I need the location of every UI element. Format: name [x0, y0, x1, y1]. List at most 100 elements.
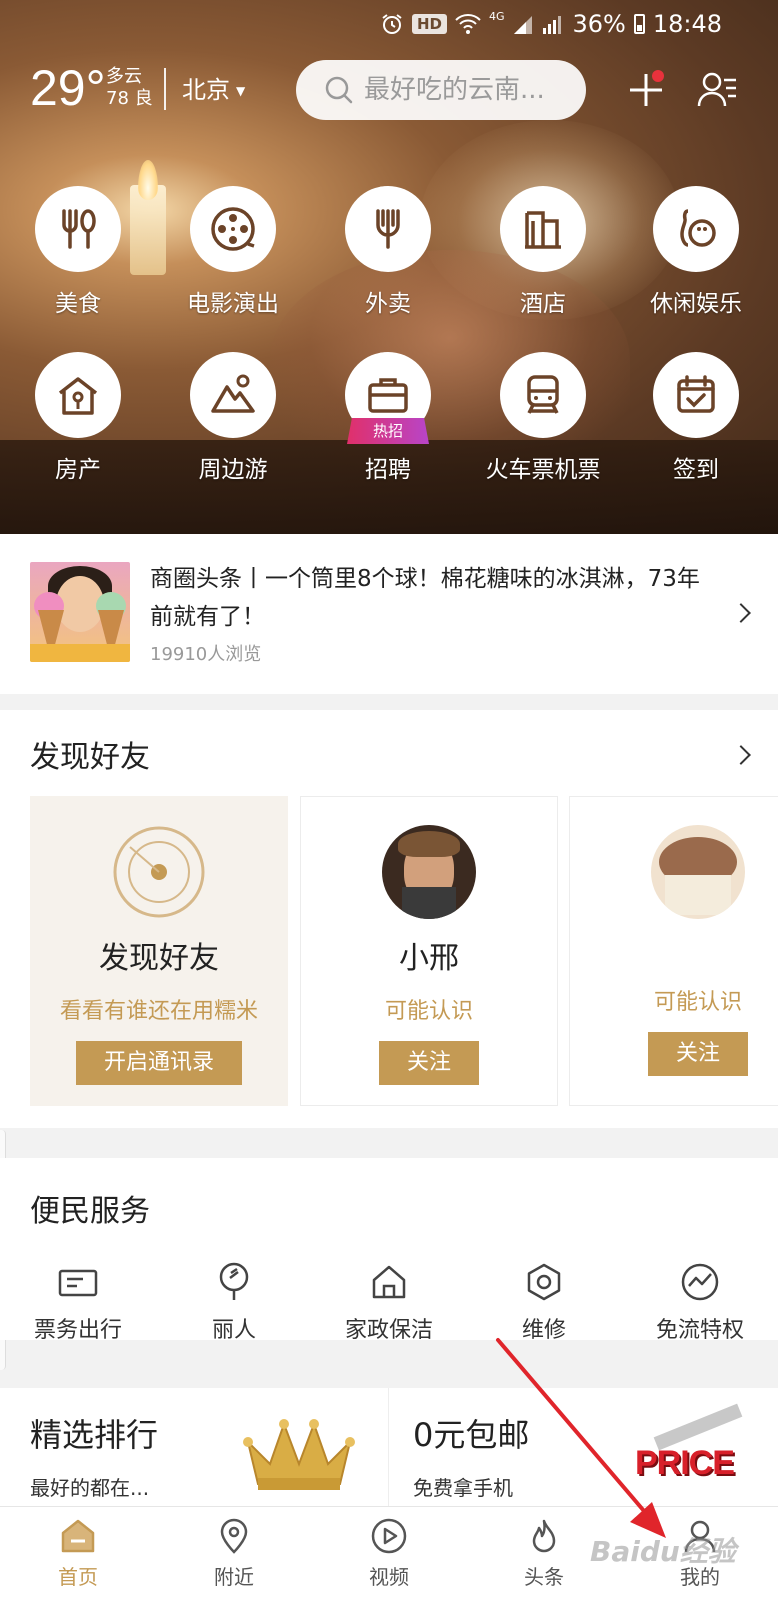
convenience-services-section: 便民服务 票务出行 丽人 家政保洁 维修 免流特权	[0, 1158, 778, 1343]
crown-icon	[243, 1419, 355, 1490]
open-contacts-button[interactable]: 开启通讯录	[75, 1041, 242, 1085]
promo-subtitle: 免费拿手机	[413, 1476, 513, 1500]
mirror-icon	[219, 1262, 249, 1300]
category-label: 酒店	[520, 291, 566, 317]
friend-card-discover[interactable]: 发现好友 看看有谁还在用糯米 开启通讯录	[30, 796, 288, 1106]
promo-section: 精选排行 最好的都在... 0元包邮 免费拿手机 PRICE	[0, 1388, 778, 1508]
news-title: 商圈头条丨一个筒里8个球！棉花糖味的冰淇淋，73年前就有了！	[150, 566, 700, 630]
flame-icon	[532, 1519, 556, 1553]
city-selector[interactable]: 北京 ▼	[182, 70, 245, 105]
service-beauty[interactable]: 丽人	[156, 1262, 312, 1344]
network-type: 4G	[488, 9, 505, 23]
section-title: 发现好友	[30, 740, 150, 775]
category-jobs[interactable]: 热招 招聘	[318, 352, 458, 484]
location-pin-icon	[220, 1518, 248, 1554]
category-nearby-travel[interactable]: 周边游	[163, 352, 303, 484]
service-label: 票务出行	[33, 1318, 122, 1343]
caret-down-icon: ▼	[236, 84, 246, 98]
category-label: 外卖	[365, 291, 411, 317]
air-quality: 78 良	[106, 88, 153, 109]
alarm-icon	[382, 14, 402, 34]
signal-icon-2	[543, 16, 562, 34]
category-label: 休闲娱乐	[650, 291, 742, 317]
service-housekeeping[interactable]: 家政保洁	[311, 1262, 467, 1344]
nav-label: 附近	[214, 1565, 254, 1589]
follow-button[interactable]: 关注	[647, 1032, 748, 1076]
film-reel-icon	[211, 207, 255, 251]
friend-card-subtitle: 可能认识	[384, 999, 473, 1024]
category-hotel[interactable]: 酒店	[473, 186, 613, 318]
search-input[interactable]	[364, 75, 564, 105]
home-icon	[372, 1265, 406, 1299]
weather-info[interactable]: 多云 78 良	[106, 66, 153, 110]
avatar[interactable]	[382, 825, 476, 919]
add-button[interactable]	[624, 68, 668, 112]
service-free-data[interactable]: 免流特权	[622, 1262, 778, 1344]
nav-home[interactable]: 首页	[0, 1517, 156, 1590]
status-bar: HD 4G 36% 18:48	[0, 0, 778, 48]
battery-icon	[633, 14, 645, 34]
friend-card[interactable]: 可能认识 关注	[569, 796, 778, 1106]
friend-card[interactable]: 小邢 可能认识 关注	[300, 796, 558, 1106]
nav-nearby[interactable]: 附近	[156, 1517, 312, 1590]
mountain-icon	[211, 374, 255, 413]
train-icon	[527, 375, 559, 414]
weather-condition: 多云	[106, 66, 142, 87]
home-icon	[61, 1519, 95, 1553]
friend-card-subtitle: 看看有谁还在用糯米	[59, 999, 258, 1024]
nav-video[interactable]: 视频	[311, 1517, 467, 1590]
chevron-right-icon[interactable]	[731, 745, 751, 765]
nut-icon	[527, 1263, 561, 1301]
city-name: 北京	[182, 76, 230, 104]
hot-badge: 热招	[347, 418, 429, 444]
contacts-button[interactable]	[696, 68, 740, 112]
service-label: 家政保洁	[344, 1318, 433, 1343]
clock: 18:48	[652, 10, 722, 38]
category-leisure[interactable]: 休闲娱乐	[626, 186, 766, 318]
hotel-icon	[525, 211, 561, 249]
category-label: 电影演出	[187, 291, 279, 317]
promo-title: 精选排行	[30, 1416, 159, 1454]
friend-name	[570, 933, 778, 968]
signal-icon	[514, 16, 533, 34]
friend-card-subtitle: 可能认识	[653, 990, 742, 1015]
calendar-check-icon	[677, 375, 715, 413]
category-label: 火车票机票	[485, 457, 601, 483]
chevron-right-icon	[731, 603, 751, 623]
promo-ranking[interactable]: 精选排行 最好的都在...	[0, 1388, 388, 1508]
signal-wave-icon	[681, 1263, 719, 1301]
category-label: 签到	[673, 457, 719, 483]
house-icon	[58, 377, 98, 415]
promo-title: 0元包邮	[413, 1416, 530, 1454]
category-label: 房产	[55, 457, 101, 483]
avatar[interactable]	[651, 825, 745, 919]
section-title: 便民服务	[30, 1194, 150, 1229]
hd-badge: HD	[411, 14, 447, 34]
play-icon	[371, 1518, 407, 1554]
category-real-estate[interactable]: 房产	[8, 352, 148, 484]
service-ticketing[interactable]: 票务出行	[0, 1262, 156, 1344]
category-takeout[interactable]: 外卖	[318, 186, 458, 318]
service-repair[interactable]: 维修	[466, 1262, 622, 1344]
category-tickets[interactable]: 火车票机票	[473, 352, 613, 484]
top-bar: 29° 多云 78 良 北京 ▼	[0, 58, 778, 122]
headline-news[interactable]: 商圈头条丨一个筒里8个球！棉花糖味的冰淇淋，73年前就有了！ 19910人浏览	[0, 534, 778, 694]
temperature: 29°	[30, 60, 106, 116]
category-checkin[interactable]: 签到	[626, 352, 766, 484]
follow-button[interactable]: 关注	[378, 1041, 479, 1085]
battery-percent: 36%	[572, 10, 626, 38]
hero-banner: HD 4G 36% 18:48 29° 多云 78 良 北京 ▼ 最好吃的云南.…	[0, 0, 778, 534]
category-movies[interactable]: 电影演出	[163, 186, 303, 318]
discover-friends-section: 发现好友 发现好友 看看有谁还在用糯米 开启通讯录 小邢 可能认识 关注 可能认…	[0, 710, 778, 1128]
radar-icon	[112, 825, 206, 919]
category-food[interactable]: 美食	[8, 186, 148, 318]
bowling-icon	[680, 209, 716, 247]
news-thumbnail	[30, 562, 130, 662]
contacts-icon	[697, 72, 736, 107]
promo-free-shipping[interactable]: 0元包邮 免费拿手机 PRICE	[389, 1388, 778, 1508]
search-icon	[325, 76, 353, 104]
search-bar[interactable]	[296, 60, 586, 120]
service-label: 丽人	[211, 1318, 256, 1343]
notification-dot	[652, 70, 664, 82]
category-label: 美食	[55, 291, 101, 317]
